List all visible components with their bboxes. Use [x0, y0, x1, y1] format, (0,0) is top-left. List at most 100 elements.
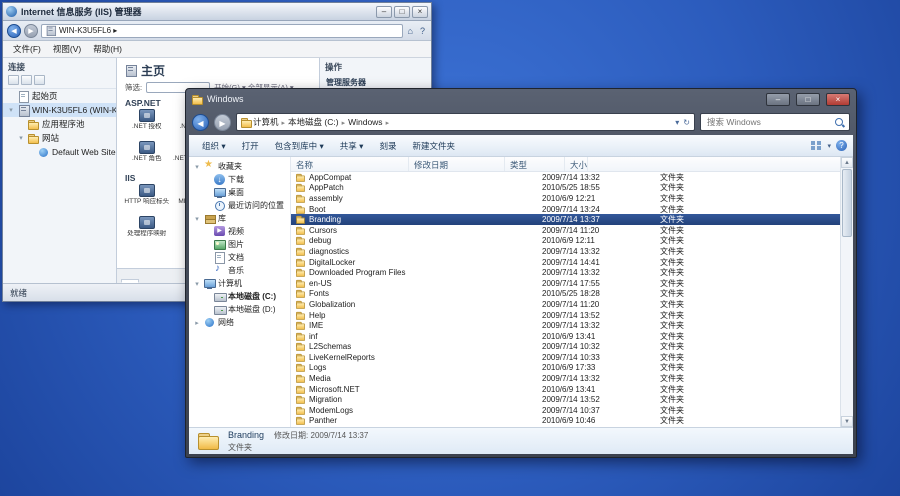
feature-item[interactable]: .NET 授权 — [123, 109, 171, 139]
iis-address-box[interactable]: WIN-K3U5FL6 ▸ — [41, 24, 403, 38]
connections-tool-icon[interactable] — [21, 75, 32, 85]
table-row[interactable]: Migration 2009/7/14 13:52 文件夹 — [291, 394, 840, 405]
nav-item[interactable]: 视频 — [189, 225, 290, 238]
minimize-button[interactable]: – — [376, 6, 392, 18]
breadcrumb-segment[interactable]: 计算机 — [253, 116, 288, 128]
nav-item[interactable]: ▸ 网络 — [189, 316, 290, 329]
maximize-button[interactable]: □ — [796, 93, 820, 106]
close-button[interactable]: × — [412, 6, 428, 18]
tree-item[interactable]: 应用程序池 — [3, 117, 116, 131]
table-row[interactable]: diagnostics 2009/7/14 13:32 文件夹 — [291, 246, 840, 257]
nav-item[interactable]: 文档 — [189, 251, 290, 264]
help-icon[interactable]: ? — [836, 140, 847, 151]
table-row[interactable]: assembly 2010/6/9 12:21 文件夹 — [291, 193, 840, 204]
table-row[interactable]: ModemLogs 2009/7/14 10:37 文件夹 — [291, 405, 840, 416]
column-header[interactable]: 名称 — [291, 157, 409, 171]
expander-icon[interactable]: ▸ — [193, 319, 201, 327]
chevron-down-icon[interactable]: ▾ — [827, 142, 831, 150]
maximize-button[interactable]: □ — [394, 6, 410, 18]
table-row[interactable]: Panther 2010/6/9 10:46 文件夹 — [291, 416, 840, 427]
connections-tool-icon[interactable] — [8, 75, 19, 85]
scroll-down-icon[interactable]: ▼ — [841, 416, 853, 427]
forward-button[interactable]: ▶ — [214, 114, 231, 131]
scroll-up-icon[interactable]: ▲ — [841, 157, 853, 168]
feature-item[interactable]: 处理程序映射 — [123, 216, 171, 246]
table-row[interactable]: Globalization 2009/7/14 11:20 文件夹 — [291, 299, 840, 310]
menu-item[interactable]: 文件(F) — [7, 42, 47, 56]
tree-item[interactable]: Default Web Site — [3, 145, 116, 159]
nav-item[interactable]: 本地磁盘 (D:) — [189, 303, 290, 316]
iis-titlebar[interactable]: Internet 信息服务 (IIS) 管理器 – □ × — [3, 3, 431, 21]
feature-item[interactable]: HTTP 响应标头 — [123, 184, 171, 214]
column-header[interactable]: 类型 — [505, 157, 565, 171]
nav-item[interactable]: 桌面 — [189, 186, 290, 199]
expander-icon[interactable]: ▾ — [17, 134, 25, 142]
toolbar-button[interactable]: 共享 ▾ — [333, 138, 371, 154]
nav-item[interactable]: 音乐 — [189, 264, 290, 277]
table-row[interactable]: Cursors 2009/7/14 11:20 文件夹 — [291, 225, 840, 236]
tree-item[interactable]: ▾ WIN-K3U5FL6 (WIN-K3U5FL6\Ad... — [3, 103, 116, 117]
expander-icon[interactable]: ▾ — [193, 215, 201, 223]
search-input[interactable] — [705, 116, 831, 128]
table-row[interactable]: debug 2010/6/9 12:11 文件夹 — [291, 236, 840, 247]
help-icon[interactable]: ? — [418, 26, 427, 36]
nav-item[interactable]: 图片 — [189, 238, 290, 251]
back-button[interactable]: ◀ — [192, 114, 209, 131]
table-row[interactable]: Downloaded Program Files 2009/7/14 13:32… — [291, 267, 840, 278]
column-header[interactable]: 大小 — [565, 157, 588, 171]
expander-icon[interactable]: ▾ — [7, 106, 15, 114]
expander-icon[interactable]: ▾ — [193, 163, 201, 171]
vertical-scrollbar[interactable]: ▲ ▼ — [840, 157, 853, 427]
tree-item-label: 起始页 — [32, 90, 58, 102]
toolbar-button[interactable]: 新建文件夹 — [405, 138, 462, 154]
table-row[interactable]: Fonts 2010/5/25 18:28 文件夹 — [291, 289, 840, 300]
expander-icon[interactable]: ▾ — [193, 280, 201, 288]
nav-item[interactable]: 下载 — [189, 173, 290, 186]
table-row[interactable]: AppCompat 2009/7/14 13:32 文件夹 — [291, 172, 840, 183]
connections-tool-icon[interactable] — [34, 75, 45, 85]
toolbar-button[interactable]: 组织 ▾ — [195, 138, 233, 154]
toolbar-button[interactable]: 刻录 — [372, 138, 403, 154]
toolbar-button[interactable]: 包含到库中 ▾ — [268, 138, 331, 154]
back-button[interactable]: ◀ — [7, 24, 21, 38]
table-row[interactable]: Microsoft.NET 2010/6/9 13:41 文件夹 — [291, 384, 840, 395]
nav-item[interactable]: ▾ 计算机 — [189, 277, 290, 290]
table-row[interactable]: AppPatch 2010/5/25 18:55 文件夹 — [291, 183, 840, 194]
nav-item[interactable]: 本地磁盘 (C:) — [189, 290, 290, 303]
feature-item[interactable]: .NET 角色 — [123, 141, 171, 171]
menu-item[interactable]: 视图(V) — [47, 42, 87, 56]
tree-item[interactable]: 起始页 — [3, 89, 116, 103]
menu-item[interactable]: 帮助(H) — [87, 42, 128, 56]
breadcrumb-segment[interactable]: 本地磁盘 (C:) — [288, 116, 348, 128]
scrollbar-thumb[interactable] — [842, 169, 852, 237]
table-row[interactable]: IME 2009/7/14 13:32 文件夹 — [291, 320, 840, 331]
table-row[interactable]: Branding 2009/7/14 13:37 文件夹 — [291, 214, 840, 225]
address-bar[interactable]: 计算机本地磁盘 (C:)Windows ▾ ↻ — [236, 113, 695, 131]
change-view-icon[interactable] — [811, 140, 822, 151]
search-icon[interactable] — [834, 117, 845, 128]
chevron-down-icon[interactable]: ▾ — [675, 118, 679, 127]
forward-button[interactable]: ▶ — [24, 24, 38, 38]
column-header[interactable]: 修改日期 — [409, 157, 505, 171]
close-button[interactable]: × — [826, 93, 850, 106]
table-row[interactable]: LiveKernelReports 2009/7/14 10:33 文件夹 — [291, 352, 840, 363]
table-row[interactable]: Media 2009/7/14 13:32 文件夹 — [291, 373, 840, 384]
table-row[interactable]: L2Schemas 2009/7/14 10:32 文件夹 — [291, 342, 840, 353]
nav-item[interactable]: ▾ 库 — [189, 212, 290, 225]
search-box[interactable] — [700, 113, 850, 131]
breadcrumb-segment[interactable]: Windows — [348, 117, 392, 127]
nav-item[interactable]: ▾ 收藏夹 — [189, 160, 290, 173]
table-row[interactable]: en-US 2009/7/14 17:55 文件夹 — [291, 278, 840, 289]
table-row[interactable]: Help 2009/7/14 13:52 文件夹 — [291, 310, 840, 321]
table-row[interactable]: Logs 2010/6/9 17:33 文件夹 — [291, 363, 840, 374]
table-row[interactable]: Boot 2009/7/14 13:24 文件夹 — [291, 204, 840, 215]
home-icon[interactable]: ⌂ — [406, 26, 415, 36]
minimize-button[interactable]: – — [766, 93, 790, 106]
table-row[interactable]: DigitalLocker 2009/7/14 14:41 文件夹 — [291, 257, 840, 268]
tree-item[interactable]: ▾ 网站 — [3, 131, 116, 145]
nav-item[interactable]: 最近访问的位置 — [189, 199, 290, 212]
explorer-titlebar[interactable]: Windows – □ × — [186, 89, 856, 109]
table-row[interactable]: inf 2010/6/9 13:41 文件夹 — [291, 331, 840, 342]
refresh-icon[interactable]: ↻ — [683, 118, 690, 127]
toolbar-button[interactable]: 打开 — [235, 138, 266, 154]
